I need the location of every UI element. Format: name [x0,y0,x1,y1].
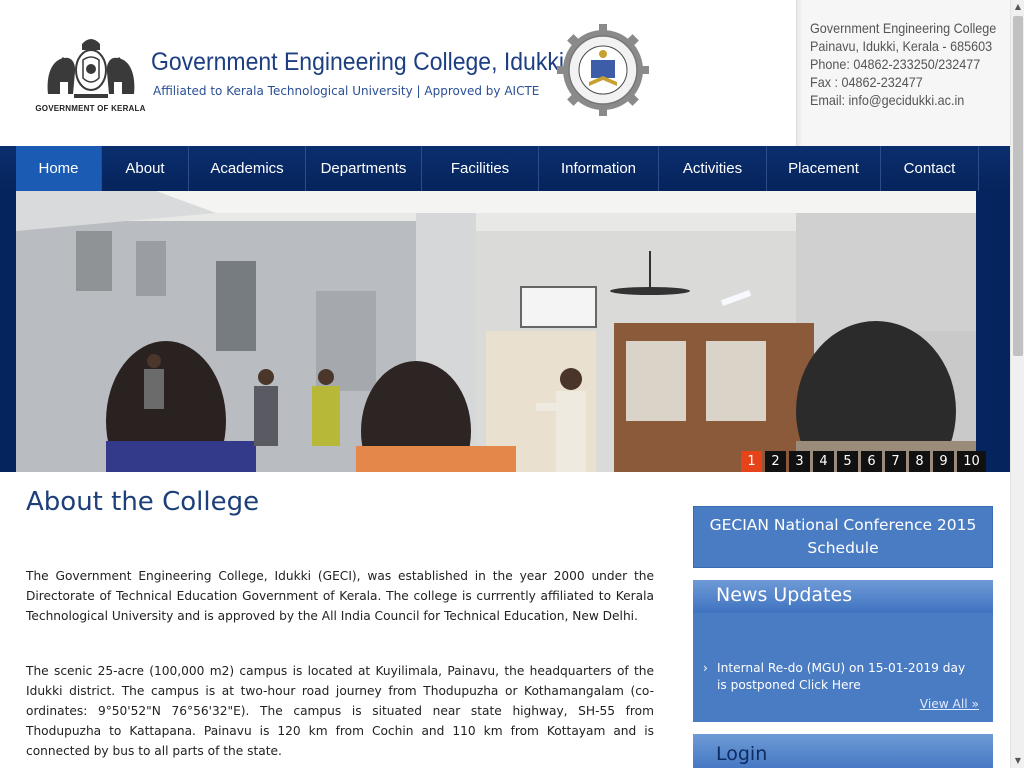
slider-page-1[interactable]: 1 [741,451,762,472]
news-item-text[interactable]: Internal Re-do (MGU) on 15-01-2019 day i… [717,661,965,692]
login-title: Login [716,743,768,765]
slider-page-8[interactable]: 8 [909,451,930,472]
nav-departments[interactable]: Departments [306,146,422,191]
about-heading: About the College [26,487,260,517]
contact-info-box: Government Engineering College Painavu, … [796,0,1010,146]
college-title[interactable]: Government Engineering College, Idukki [151,48,564,77]
nav-activities[interactable]: Activities [659,146,767,191]
news-header: News Updates [693,580,993,613]
slider-page-4[interactable]: 4 [813,451,834,472]
slider-page-6[interactable]: 6 [861,451,882,472]
chevron-right-icon: › [703,661,708,675]
contact-phone: Phone: 04862-233250/232477 [810,56,981,72]
slider-pager: 1 2 3 4 5 6 7 8 9 10 [741,451,986,472]
kerala-emblem-logo: GOVERNMENT OF KERALA [34,32,147,118]
contact-email[interactable]: Email: info@gecidukki.ac.in [810,92,964,108]
scroll-down-arrow-icon[interactable]: ▼ [1011,754,1024,768]
slide-photo [16,191,976,472]
scroll-up-arrow-icon[interactable]: ▲ [1011,0,1024,14]
contact-college-name: Government Engineering College [810,20,997,36]
news-item[interactable]: › Internal Re-do (MGU) on 15-01-2019 day… [703,660,977,694]
page-scrollbar[interactable]: ▲ ▼ [1010,0,1024,768]
nav-academics[interactable]: Academics [189,146,306,191]
news-title: News Updates [716,584,853,606]
nav-information[interactable]: Information [539,146,659,191]
emblem-caption: GOVERNMENT OF KERALA [35,104,146,113]
slider-page-2[interactable]: 2 [765,451,786,472]
main-navigation: Home About Academics Departments Facilit… [0,146,1010,191]
college-subtitle: Affiliated to Kerala Technological Unive… [153,84,540,98]
slider-page-5[interactable]: 5 [837,451,858,472]
nav-contact[interactable]: Contact [881,146,979,191]
view-all-link[interactable]: View All » [920,697,979,711]
news-updates-panel: News Updates › Internal Re-do (MGU) on 1… [693,580,993,722]
scroll-thumb[interactable] [1013,16,1023,356]
conference-schedule-link[interactable]: GECIAN National Conference 2015 Schedule [693,506,993,568]
slider-page-3[interactable]: 3 [789,451,810,472]
slider-page-10[interactable]: 10 [957,451,986,472]
about-paragraph-1: The Government Engineering College, Iduk… [26,569,654,623]
nav-home[interactable]: Home [16,146,102,191]
contact-address: Painavu, Idukki, Kerala - 685603 [810,38,993,54]
slider-page-7[interactable]: 7 [885,451,906,472]
login-panel: Login [693,734,993,768]
image-slider [0,191,1010,472]
slider-page-9[interactable]: 9 [933,451,954,472]
nav-facilities[interactable]: Facilities [422,146,539,191]
nav-placement[interactable]: Placement [767,146,881,191]
nav-about[interactable]: About [102,146,189,191]
contact-fax: Fax : 04862-232477 [810,74,923,90]
site-header: GOVERNMENT OF KERALA Government Engineer… [0,0,1010,146]
college-seal-icon [557,24,649,116]
about-paragraph-2: The scenic 25-acre (100,000 m2) campus i… [26,664,654,758]
